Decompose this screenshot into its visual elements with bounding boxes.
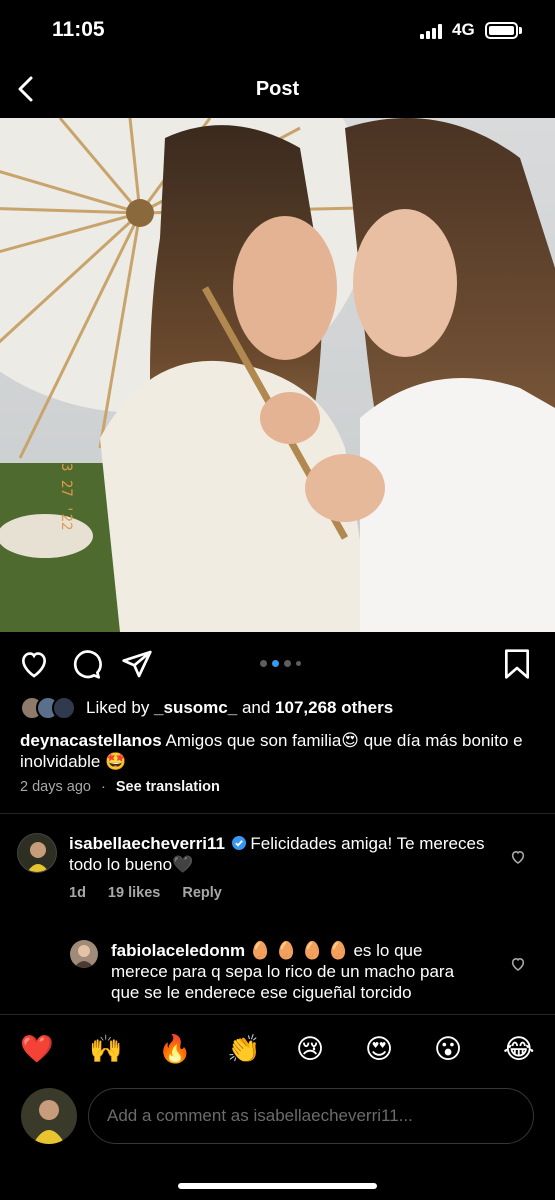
avatar[interactable] — [17, 833, 57, 873]
divider — [0, 813, 555, 814]
carousel-dot — [260, 660, 267, 667]
avatar[interactable] — [70, 940, 98, 968]
post-image[interactable]: 3 27 '22 — [0, 118, 555, 632]
comment-meta: 1d 19 likes Reply — [69, 885, 222, 901]
comment-text: fabiolaceledonm 🥚 🥚 🥚 🥚 es lo que merece… — [111, 940, 471, 1003]
comment-icon[interactable] — [70, 648, 102, 680]
avatar — [52, 696, 76, 720]
emoji-fire[interactable]: 🔥 — [158, 1033, 192, 1065]
photo-date-stamp: 3 27 '22 — [58, 463, 74, 530]
nav-bar: Post — [0, 62, 555, 118]
home-indicator[interactable] — [178, 1183, 377, 1189]
current-user-avatar — [21, 1088, 77, 1144]
post-meta: 2 days ago · See translation — [20, 779, 220, 795]
emoji-quick-bar: ❤️ 🙌 🔥 👏 😢 😍 😮 😂 — [0, 1014, 555, 1086]
emoji-crying[interactable]: 😢 — [296, 1033, 324, 1065]
comment-emoji: 🖤 — [172, 855, 194, 874]
comment-time: 1d — [69, 885, 86, 901]
post-caption: deynacastellanos Amigos que son familia😍… — [20, 730, 540, 772]
emoji-heart-eyes[interactable]: 😍 — [365, 1033, 393, 1065]
author-username[interactable]: deynacastellanos — [20, 731, 162, 750]
carousel-indicator — [260, 660, 301, 667]
signal-strength-icon — [420, 24, 442, 39]
network-type: 4G — [452, 20, 475, 39]
comment-input[interactable] — [88, 1088, 534, 1144]
battery-cap — [519, 27, 522, 34]
comment-like-heart-icon[interactable] — [510, 956, 526, 972]
comment-likes[interactable]: 19 likes — [108, 885, 160, 901]
comment-username[interactable]: isabellaecheverri11 — [69, 834, 225, 853]
comment: isabellaecheverri11 Felicidades amiga! T… — [0, 830, 555, 910]
meta-separator: · — [100, 779, 106, 795]
comment-text: isabellaecheverri11 Felicidades amiga! T… — [69, 833, 489, 875]
emoji-heart[interactable]: ❤️ — [20, 1033, 54, 1065]
likes-text: Liked by _susomc_ and 107,268 others — [86, 698, 393, 718]
likes-summary[interactable]: Liked by _susomc_ and 107,268 others — [20, 694, 393, 722]
post-action-row — [0, 642, 555, 686]
verified-badge-icon — [231, 836, 246, 850]
bookmark-icon[interactable] — [502, 648, 532, 680]
page-title: Post — [255, 78, 300, 100]
post-time: 2 days ago — [20, 779, 91, 795]
caption-text: Amigos que son familia — [161, 731, 342, 750]
heart-icon[interactable] — [18, 648, 50, 680]
emoji-laughing[interactable]: 😂 — [503, 1033, 535, 1065]
likes-middle: and — [237, 698, 276, 717]
see-translation-link[interactable]: See translation — [116, 779, 220, 795]
comment-username[interactable]: fabiolaceledonm — [111, 941, 245, 960]
likes-prefix: Liked by — [86, 698, 155, 717]
status-time: 11:05 — [52, 18, 105, 41]
caption-emoji: 🤩 — [105, 752, 127, 771]
liker-avatars — [20, 696, 80, 720]
emoji-clapping[interactable]: 👏 — [227, 1033, 261, 1065]
battery-icon — [485, 22, 518, 39]
comment-emoji: 🥚 🥚 🥚 🥚 — [249, 941, 349, 960]
comment-reply: fabiolaceledonm 🥚 🥚 🥚 🥚 es lo que merece… — [0, 938, 555, 1014]
liked-by-username[interactable]: _susomc_ — [154, 698, 237, 717]
comment-composer — [0, 1086, 555, 1150]
reply-button[interactable]: Reply — [182, 885, 222, 901]
emoji-raised-hands[interactable]: 🙌 — [89, 1033, 123, 1065]
status-bar: 11:05 4G — [0, 0, 555, 62]
caption-emoji: 😍 — [341, 731, 360, 750]
comment-like-heart-icon[interactable] — [510, 849, 526, 865]
emoji-surprised[interactable]: 😮 — [434, 1033, 462, 1065]
carousel-dot-active — [272, 660, 279, 667]
carousel-dot — [296, 661, 301, 666]
share-icon[interactable] — [121, 648, 153, 680]
post-photo: 3 27 '22 — [0, 118, 555, 632]
likes-count[interactable]: 107,268 others — [275, 698, 393, 717]
carousel-dot — [284, 660, 291, 667]
